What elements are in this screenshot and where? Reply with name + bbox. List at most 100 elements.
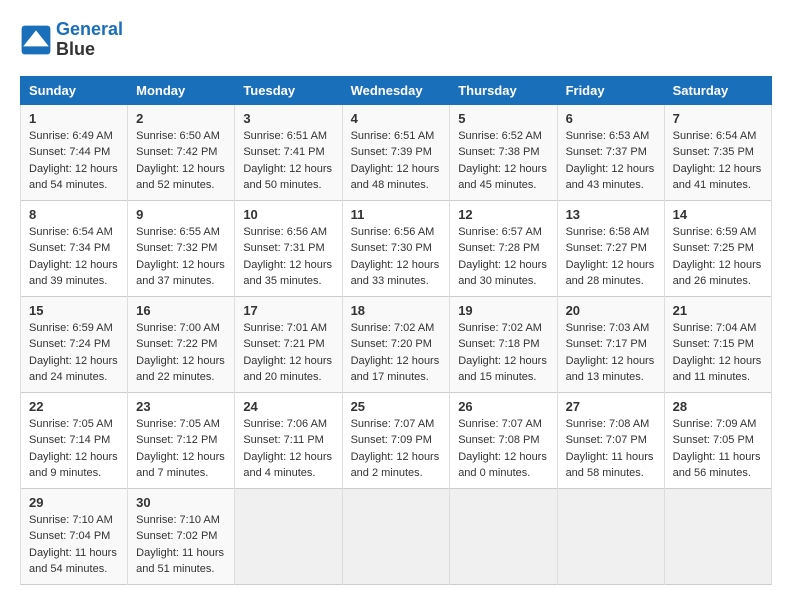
day-number: 28 (673, 399, 763, 414)
day-info: Sunrise: 7:07 AM Sunset: 7:08 PM Dayligh… (458, 416, 548, 482)
day-info: Sunrise: 6:58 AM Sunset: 7:27 PM Dayligh… (566, 224, 656, 290)
calendar-day-cell: 10 Sunrise: 6:56 AM Sunset: 7:31 PM Dayl… (235, 200, 342, 296)
calendar-day-cell: 21 Sunrise: 7:04 AM Sunset: 7:15 PM Dayl… (664, 296, 771, 392)
day-number: 2 (136, 111, 226, 126)
day-info: Sunrise: 7:06 AM Sunset: 7:11 PM Dayligh… (243, 416, 333, 482)
daylight-label: Daylight: 12 hours and 28 minutes. (566, 259, 655, 288)
sunrise-label: Sunrise: 7:10 AM (29, 514, 113, 526)
day-number: 25 (351, 399, 442, 414)
day-number: 15 (29, 303, 119, 318)
day-number: 11 (351, 207, 442, 222)
daylight-label: Daylight: 12 hours and 43 minutes. (566, 163, 655, 192)
daylight-label: Daylight: 12 hours and 52 minutes. (136, 163, 225, 192)
day-number: 9 (136, 207, 226, 222)
calendar-day-cell: 25 Sunrise: 7:07 AM Sunset: 7:09 PM Dayl… (342, 392, 450, 488)
day-info: Sunrise: 7:07 AM Sunset: 7:09 PM Dayligh… (351, 416, 442, 482)
daylight-label: Daylight: 12 hours and 50 minutes. (243, 163, 332, 192)
logo: General Blue (20, 20, 123, 60)
day-info: Sunrise: 6:59 AM Sunset: 7:24 PM Dayligh… (29, 320, 119, 386)
day-number: 18 (351, 303, 442, 318)
day-info: Sunrise: 6:49 AM Sunset: 7:44 PM Dayligh… (29, 128, 119, 194)
daylight-label: Daylight: 12 hours and 48 minutes. (351, 163, 440, 192)
day-number: 20 (566, 303, 656, 318)
daylight-label: Daylight: 11 hours and 51 minutes. (136, 547, 224, 576)
sunset-label: Sunset: 7:07 PM (566, 434, 647, 446)
daylight-label: Daylight: 12 hours and 45 minutes. (458, 163, 547, 192)
calendar-day-cell: 12 Sunrise: 6:57 AM Sunset: 7:28 PM Dayl… (450, 200, 557, 296)
sunrise-label: Sunrise: 7:06 AM (243, 418, 327, 430)
weekday-header: Wednesday (342, 76, 450, 104)
sunset-label: Sunset: 7:37 PM (566, 146, 647, 158)
calendar-day-cell: 4 Sunrise: 6:51 AM Sunset: 7:39 PM Dayli… (342, 104, 450, 200)
day-number: 16 (136, 303, 226, 318)
day-info: Sunrise: 7:01 AM Sunset: 7:21 PM Dayligh… (243, 320, 333, 386)
day-info: Sunrise: 6:52 AM Sunset: 7:38 PM Dayligh… (458, 128, 548, 194)
calendar-day-cell: 28 Sunrise: 7:09 AM Sunset: 7:05 PM Dayl… (664, 392, 771, 488)
calendar-day-cell (450, 488, 557, 584)
sunrise-label: Sunrise: 6:59 AM (29, 322, 113, 334)
sunrise-label: Sunrise: 7:10 AM (136, 514, 220, 526)
daylight-label: Daylight: 12 hours and 30 minutes. (458, 259, 547, 288)
sunrise-label: Sunrise: 6:54 AM (673, 130, 757, 142)
day-info: Sunrise: 7:03 AM Sunset: 7:17 PM Dayligh… (566, 320, 656, 386)
daylight-label: Daylight: 12 hours and 11 minutes. (673, 355, 762, 384)
day-number: 12 (458, 207, 548, 222)
daylight-label: Daylight: 12 hours and 9 minutes. (29, 451, 118, 480)
daylight-label: Daylight: 12 hours and 7 minutes. (136, 451, 225, 480)
sunrise-label: Sunrise: 6:53 AM (566, 130, 650, 142)
calendar-day-cell: 11 Sunrise: 6:56 AM Sunset: 7:30 PM Dayl… (342, 200, 450, 296)
weekday-header: Monday (128, 76, 235, 104)
calendar-week-row: 22 Sunrise: 7:05 AM Sunset: 7:14 PM Dayl… (21, 392, 772, 488)
daylight-label: Daylight: 11 hours and 54 minutes. (29, 547, 117, 576)
calendar-day-cell: 3 Sunrise: 6:51 AM Sunset: 7:41 PM Dayli… (235, 104, 342, 200)
daylight-label: Daylight: 12 hours and 35 minutes. (243, 259, 332, 288)
logo-text: General Blue (56, 20, 123, 60)
calendar-day-cell: 20 Sunrise: 7:03 AM Sunset: 7:17 PM Dayl… (557, 296, 664, 392)
sunset-label: Sunset: 7:21 PM (243, 338, 324, 350)
day-info: Sunrise: 6:55 AM Sunset: 7:32 PM Dayligh… (136, 224, 226, 290)
sunrise-label: Sunrise: 6:56 AM (351, 226, 435, 238)
logo-icon (20, 24, 52, 56)
day-info: Sunrise: 6:54 AM Sunset: 7:34 PM Dayligh… (29, 224, 119, 290)
sunrise-label: Sunrise: 6:52 AM (458, 130, 542, 142)
calendar-body: 1 Sunrise: 6:49 AM Sunset: 7:44 PM Dayli… (21, 104, 772, 584)
sunrise-label: Sunrise: 7:07 AM (458, 418, 542, 430)
sunrise-label: Sunrise: 7:03 AM (566, 322, 650, 334)
sunrise-label: Sunrise: 6:56 AM (243, 226, 327, 238)
day-info: Sunrise: 7:10 AM Sunset: 7:02 PM Dayligh… (136, 512, 226, 578)
calendar-day-cell: 17 Sunrise: 7:01 AM Sunset: 7:21 PM Dayl… (235, 296, 342, 392)
day-number: 14 (673, 207, 763, 222)
sunrise-label: Sunrise: 7:02 AM (351, 322, 435, 334)
daylight-label: Daylight: 11 hours and 56 minutes. (673, 451, 761, 480)
daylight-label: Daylight: 12 hours and 20 minutes. (243, 355, 332, 384)
sunset-label: Sunset: 7:28 PM (458, 242, 539, 254)
day-number: 23 (136, 399, 226, 414)
calendar-day-cell: 30 Sunrise: 7:10 AM Sunset: 7:02 PM Dayl… (128, 488, 235, 584)
day-info: Sunrise: 6:54 AM Sunset: 7:35 PM Dayligh… (673, 128, 763, 194)
day-info: Sunrise: 6:51 AM Sunset: 7:41 PM Dayligh… (243, 128, 333, 194)
daylight-label: Daylight: 12 hours and 24 minutes. (29, 355, 118, 384)
day-number: 24 (243, 399, 333, 414)
day-info: Sunrise: 6:56 AM Sunset: 7:31 PM Dayligh… (243, 224, 333, 290)
sunrise-label: Sunrise: 7:05 AM (136, 418, 220, 430)
sunset-label: Sunset: 7:32 PM (136, 242, 217, 254)
calendar-week-row: 8 Sunrise: 6:54 AM Sunset: 7:34 PM Dayli… (21, 200, 772, 296)
sunset-label: Sunset: 7:08 PM (458, 434, 539, 446)
calendar-day-cell: 29 Sunrise: 7:10 AM Sunset: 7:04 PM Dayl… (21, 488, 128, 584)
day-info: Sunrise: 7:08 AM Sunset: 7:07 PM Dayligh… (566, 416, 656, 482)
sunset-label: Sunset: 7:18 PM (458, 338, 539, 350)
daylight-label: Daylight: 12 hours and 0 minutes. (458, 451, 547, 480)
daylight-label: Daylight: 12 hours and 4 minutes. (243, 451, 332, 480)
calendar-day-cell: 13 Sunrise: 6:58 AM Sunset: 7:27 PM Dayl… (557, 200, 664, 296)
daylight-label: Daylight: 11 hours and 58 minutes. (566, 451, 654, 480)
daylight-label: Daylight: 12 hours and 33 minutes. (351, 259, 440, 288)
sunrise-label: Sunrise: 6:51 AM (243, 130, 327, 142)
sunrise-label: Sunrise: 7:07 AM (351, 418, 435, 430)
day-number: 3 (243, 111, 333, 126)
day-info: Sunrise: 6:57 AM Sunset: 7:28 PM Dayligh… (458, 224, 548, 290)
sunrise-label: Sunrise: 7:09 AM (673, 418, 757, 430)
day-number: 26 (458, 399, 548, 414)
day-info: Sunrise: 6:53 AM Sunset: 7:37 PM Dayligh… (566, 128, 656, 194)
calendar-day-cell: 27 Sunrise: 7:08 AM Sunset: 7:07 PM Dayl… (557, 392, 664, 488)
page-header: General Blue (20, 20, 772, 60)
